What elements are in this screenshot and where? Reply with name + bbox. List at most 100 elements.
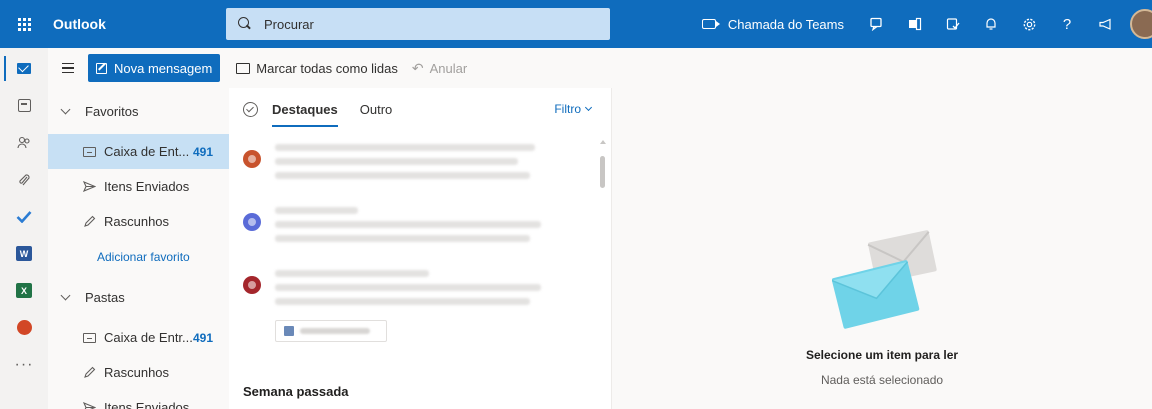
tab-focused[interactable]: Destaques (272, 92, 338, 127)
reading-pane: Selecione um item para ler Nada está sel… (612, 88, 1152, 409)
inbox-tabs: Destaques Outro Filtro (229, 88, 611, 130)
app-name[interactable]: Outlook (48, 16, 226, 32)
folder-label: Itens Enviados (104, 179, 190, 194)
undo-label: Anular (429, 60, 468, 76)
favorite-inbox[interactable]: Caixa de Ent... 491 (48, 134, 229, 169)
list-item[interactable] (229, 256, 611, 316)
message-list-scrollbar[interactable] (599, 140, 607, 290)
rail-powerpoint[interactable] (0, 309, 48, 346)
my-day-button[interactable] (934, 0, 972, 48)
filter-label: Filtro (554, 102, 581, 116)
unread-count: 491 (192, 330, 213, 345)
favorites-label: Favoritos (85, 103, 139, 119)
megaphone-icon (1098, 18, 1111, 30)
rail-todo[interactable] (0, 198, 48, 235)
folder-pane: Favoritos Caixa de Ent... 491 Itens Envi… (48, 88, 229, 409)
undo-icon: ↶ (411, 59, 424, 76)
chevron-down-icon (60, 290, 71, 300)
top-bar: Outlook Procurar Chamada do Teams ? (0, 0, 1152, 48)
people-icon (17, 136, 30, 149)
hamburger-icon[interactable] (48, 62, 88, 74)
search-box[interactable]: Procurar (226, 8, 610, 40)
select-all-icon[interactable] (243, 101, 258, 117)
powerpoint-icon (16, 320, 32, 335)
folder-inbox[interactable]: Caixa de Entr... 491 (48, 320, 229, 355)
send-icon (82, 181, 96, 192)
search-icon (238, 17, 252, 31)
sender-avatar (243, 213, 261, 231)
section-header-last-week: Semana passada (243, 384, 349, 399)
notifications-button[interactable] (972, 0, 1010, 48)
command-bar: Nova mensagem Marcar todas como lidas ↶ … (48, 48, 1152, 88)
teams-call-button[interactable]: Chamada do Teams (688, 0, 858, 48)
teams-call-label: Chamada do Teams (727, 16, 844, 32)
list-item[interactable] (229, 193, 611, 256)
compose-icon (96, 62, 107, 74)
rail-people[interactable] (0, 124, 48, 161)
scroll-up-icon[interactable] (600, 140, 606, 144)
folders-header[interactable]: Pastas (48, 274, 229, 320)
folder-drafts[interactable]: Rascunhos (48, 355, 229, 390)
settings-button[interactable] (1010, 0, 1048, 48)
waffle-icon (17, 17, 31, 31)
reading-empty-title: Selecione um item para ler (805, 348, 959, 362)
tab-other[interactable]: Outro (360, 92, 393, 127)
pencil-icon (82, 366, 96, 379)
inbox-icon (82, 146, 96, 157)
chevron-down-icon (584, 103, 593, 112)
video-call-icon (701, 19, 720, 29)
inbox-icon (82, 332, 96, 343)
account-avatar[interactable] (1130, 9, 1152, 39)
office-icon (909, 17, 922, 31)
calendar-icon (17, 99, 31, 112)
meet-now-button[interactable] (858, 0, 896, 48)
attachment-chip[interactable] (275, 320, 387, 342)
folder-label: Itens Enviados (104, 400, 190, 409)
app-launcher-button[interactable] (0, 0, 48, 48)
rail-mail[interactable] (0, 50, 48, 87)
envelope-open-icon (236, 62, 251, 74)
mark-all-read-label: Marcar todas como lidas (256, 60, 398, 76)
folder-label: Caixa de Entr... (104, 330, 193, 345)
unread-count: 491 (192, 144, 213, 159)
rail-more-apps[interactable]: ··· (0, 346, 48, 383)
mail-icon (17, 63, 31, 74)
search-input[interactable]: Procurar (264, 17, 314, 32)
folder-sent-items[interactable]: Itens Enviados (48, 390, 229, 409)
bell-icon (986, 18, 996, 30)
rail-files[interactable] (0, 161, 48, 198)
favorites-header[interactable]: Favoritos (48, 88, 229, 134)
list-item[interactable] (229, 130, 611, 193)
envelopes-illustration (832, 230, 937, 329)
folder-label: Rascunhos (104, 365, 170, 380)
todo-icon (16, 211, 32, 223)
help-button[interactable]: ? (1048, 0, 1086, 48)
message-list: Destaques Outro Filtro Semana passada (229, 88, 612, 409)
word-icon: W (16, 246, 32, 261)
new-message-label: Nova mensagem (114, 60, 213, 76)
scroll-thumb[interactable] (600, 156, 605, 188)
mark-all-read-button[interactable]: Marcar todas como lidas (236, 61, 398, 76)
rail-excel[interactable]: X (0, 272, 48, 309)
rail-word[interactable]: W (0, 235, 48, 272)
undo-button[interactable]: ↶ Anular (412, 60, 467, 77)
rail-calendar[interactable] (0, 87, 48, 124)
sender-avatar (243, 276, 261, 294)
calendar-check-icon (946, 18, 960, 30)
attachment-icon (19, 173, 30, 185)
add-favorite-link[interactable]: Adicionar favorito (48, 239, 229, 274)
reading-empty-subtitle: Nada está selecionado (820, 373, 944, 387)
folder-label: Rascunhos (104, 214, 170, 229)
favorite-drafts[interactable]: Rascunhos (48, 204, 229, 239)
filter-button[interactable]: Filtro (554, 102, 593, 116)
favorite-sent-items[interactable]: Itens Enviados (48, 169, 229, 204)
folder-label: Caixa de Ent... (104, 144, 190, 159)
sender-avatar (243, 150, 261, 168)
feedback-button[interactable] (1086, 0, 1124, 48)
more-apps-icon: ··· (14, 355, 34, 373)
word-file-icon (284, 326, 294, 336)
new-message-button[interactable]: Nova mensagem (88, 54, 221, 82)
chevron-down-icon (60, 104, 71, 114)
chat-icon (870, 17, 882, 31)
office-apps-button[interactable] (896, 0, 934, 48)
